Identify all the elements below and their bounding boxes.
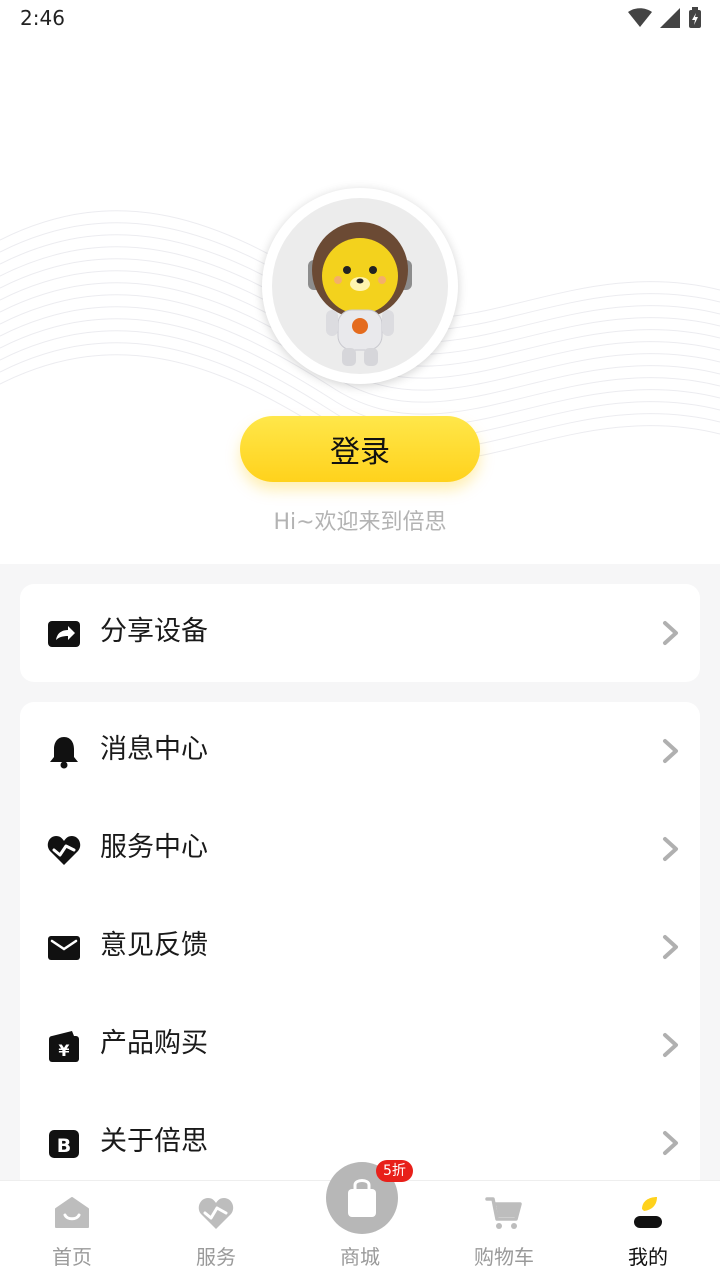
profile-icon xyxy=(634,1197,662,1228)
service-icon xyxy=(198,1198,234,1229)
svg-text:¥: ¥ xyxy=(58,1041,69,1060)
heart-service-icon xyxy=(47,836,81,865)
menu-item-label: 关于倍思 xyxy=(100,1126,208,1157)
avatar[interactable] xyxy=(262,188,458,384)
signal-icon xyxy=(660,8,680,28)
chevron-right-icon xyxy=(663,739,678,763)
wifi-icon xyxy=(628,8,652,27)
brand-b-icon: B xyxy=(49,1130,79,1158)
tab-home[interactable]: 首页 xyxy=(0,1181,144,1281)
chevron-right-icon xyxy=(663,621,678,645)
bell-icon xyxy=(50,737,78,769)
mail-icon xyxy=(48,936,80,960)
status-time: 2:46 xyxy=(20,6,65,30)
tab-label: 购物车 xyxy=(474,1245,534,1269)
chevron-right-icon xyxy=(663,935,678,959)
wallet-yen-icon: ¥ xyxy=(49,1031,79,1062)
status-bar: 2:46 xyxy=(0,0,720,40)
tab-label: 商城 xyxy=(340,1245,380,1269)
menu-item-label: 分享设备 xyxy=(100,616,208,647)
welcome-text: Hi~欢迎来到倍思 xyxy=(273,510,447,535)
battery-icon xyxy=(689,7,701,28)
cart-icon xyxy=(485,1197,522,1229)
home-icon xyxy=(55,1197,89,1228)
discount-badge: 5折 xyxy=(376,1160,413,1182)
chevron-right-icon xyxy=(663,837,678,861)
menu-item-feedback[interactable]: 意见反馈 xyxy=(20,898,700,996)
profile-header: 登录 Hi~欢迎来到倍思 xyxy=(0,0,720,564)
chevron-right-icon xyxy=(663,1033,678,1057)
menu-item-label: 意见反馈 xyxy=(100,930,208,961)
tab-cart[interactable]: 购物车 xyxy=(432,1181,576,1281)
menu-item-label: 服务中心 xyxy=(100,832,208,863)
tab-profile[interactable]: 我的 xyxy=(576,1181,720,1281)
tab-label: 我的 xyxy=(628,1245,668,1269)
astronaut-lion-icon xyxy=(308,222,412,366)
menu-item-label: 产品购买 xyxy=(100,1028,208,1059)
tab-service[interactable]: 服务 xyxy=(144,1181,288,1281)
svg-text:B: B xyxy=(57,1135,71,1157)
status-icons xyxy=(628,6,702,30)
share-card: 分享设备 xyxy=(20,584,700,682)
avatar-image xyxy=(272,198,448,374)
menu-item-share-device[interactable]: 分享设备 xyxy=(20,584,700,682)
menu-item-service-center[interactable]: 服务中心 xyxy=(20,800,700,898)
menu-item-message-center[interactable]: 消息中心 xyxy=(20,702,700,800)
share-icon xyxy=(48,621,80,647)
tab-label: 服务 xyxy=(196,1245,236,1269)
menu-card: 消息中心 服务中心 意见反馈 ¥ 产品购买 B 关于倍思 xyxy=(20,702,700,1192)
menu-item-product-purchase[interactable]: ¥ 产品购买 xyxy=(20,996,700,1094)
chevron-right-icon xyxy=(663,1131,678,1155)
menu-item-label: 消息中心 xyxy=(100,734,208,765)
tab-label: 首页 xyxy=(52,1245,92,1269)
login-button[interactable]: 登录 xyxy=(240,416,480,482)
